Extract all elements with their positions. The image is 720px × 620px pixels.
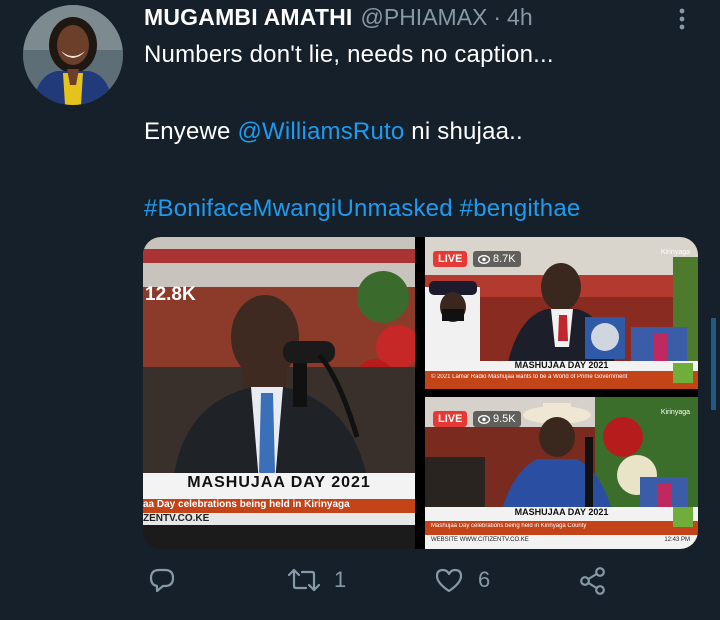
reply-button[interactable]	[148, 566, 190, 594]
viewers-badge: 8.7K	[473, 251, 521, 267]
eye-icon	[478, 414, 490, 424]
eye-icon	[478, 254, 490, 264]
more-options-icon	[679, 8, 685, 30]
channel-label: Kirinyaga	[660, 409, 690, 416]
tweet-text-suffix: ni shujaa..	[404, 118, 523, 145]
reply-icon	[149, 568, 175, 593]
view-count-badge: 12.8K	[145, 284, 196, 306]
live-badge: LIVE	[433, 251, 468, 267]
tweet-header: MUGAMBI AMATHI @PHIAMAX · 4h	[144, 4, 533, 34]
media-photo-2[interactable]: LIVE 8.7K Kirinyaga MASHUJAA DAY 2021 © …	[425, 237, 698, 389]
like-icon	[435, 568, 463, 593]
viewers-count: 9.5K	[493, 413, 516, 425]
header-separator: ·	[493, 4, 502, 30]
live-badge: LIVE	[433, 411, 468, 427]
share-icon	[580, 567, 605, 595]
media-photo-3[interactable]: LIVE 9.5K Kirinyaga MASHUJAA DAY 2021 Ma…	[425, 397, 698, 549]
avatar-photo	[23, 5, 123, 105]
website-label: WEBSITE	[431, 537, 459, 543]
view-count-text: 12.8K	[145, 284, 196, 305]
photo-2-ticker: © 2021 Lamar Radio Mashujaa wants to be …	[431, 374, 628, 380]
share-button[interactable]	[578, 566, 608, 596]
more-options-button[interactable]	[672, 6, 692, 32]
tweet-text-line-2: Enyewe @WilliamsRuto ni shujaa..	[144, 118, 523, 146]
photo-1-ticker: aa Day celebrations being held in Kiriny…	[143, 499, 350, 510]
retweet-button[interactable]: 1	[288, 566, 346, 594]
viewers-badge: 9.5K	[473, 411, 521, 427]
viewers-count: 8.7K	[493, 253, 516, 265]
photo-3-banner-title: MASHUJAA DAY 2021	[514, 507, 609, 517]
scrollbar-thumb[interactable]	[711, 318, 716, 410]
retweet-count: 1	[334, 567, 347, 592]
hashtag-link-2[interactable]: #bengithae	[460, 195, 581, 222]
channel-label: Kirinyaga	[660, 249, 690, 256]
mention-link[interactable]: @WilliamsRuto	[237, 118, 404, 145]
photo-2-banner-title: MASHUJAA DAY 2021	[514, 360, 609, 370]
tweet-text-line-1: Numbers don't lie, needs no caption...	[144, 41, 554, 68]
author-name[interactable]: MUGAMBI AMATHI	[144, 4, 353, 31]
photo-3-clock: 12:43 PM	[664, 537, 690, 543]
like-count: 6	[478, 567, 491, 592]
tweet-text-prefix: Enyewe	[144, 118, 238, 145]
photo-3-website: WEBSITE WWW.CITIZENTV.CO.KE	[431, 537, 529, 543]
photo-3-ticker: Mashujaa Day celebrations being held in …	[431, 523, 587, 529]
media-grid: 12.8K MASHUJAA DAY 2021 aa Day celebrati…	[143, 237, 698, 549]
photo-1-banner-title: MASHUJAA DAY 2021	[187, 474, 371, 491]
retweet-icon	[288, 568, 320, 592]
hashtag-line: #BonifaceMwangiUnmasked #bengithae	[144, 195, 580, 223]
photo-1-url: ZENTV.CO.KE	[143, 513, 210, 524]
author-handle[interactable]: @PHIAMAX	[361, 4, 488, 31]
hashtag-link-1[interactable]: #BonifaceMwangiUnmasked	[144, 195, 453, 222]
avatar[interactable]	[23, 5, 123, 105]
media-photo-1[interactable]: 12.8K MASHUJAA DAY 2021 aa Day celebrati…	[143, 237, 415, 549]
tweet-timestamp[interactable]: 4h	[507, 4, 533, 31]
website-url: WWW.CITIZENTV.CO.KE	[459, 537, 529, 543]
like-button[interactable]: 6	[434, 566, 490, 594]
